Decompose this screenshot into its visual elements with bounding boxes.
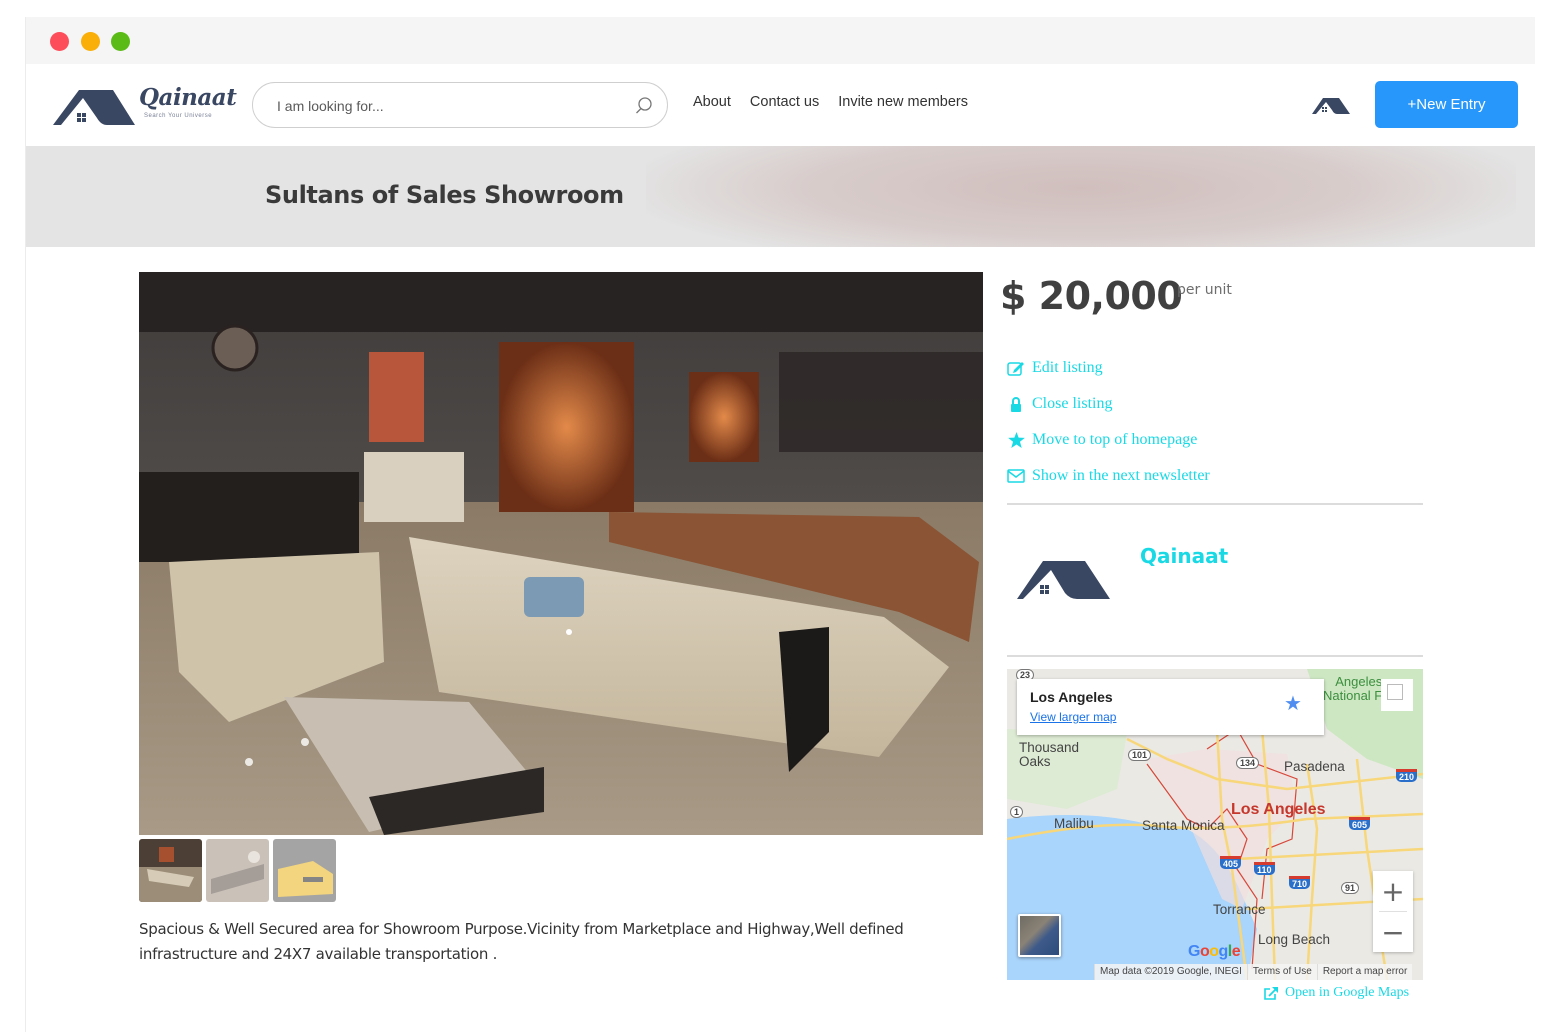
zoom-out-button[interactable]: − [1373, 912, 1413, 952]
map-label-long-beach: Long Beach [1258, 932, 1331, 947]
title-bar [26, 17, 1535, 64]
logo-wordmark: Qainaat [139, 84, 237, 111]
interstate-shield: 210 [1396, 769, 1418, 782]
save-star-icon[interactable]: ★ [1284, 691, 1302, 716]
newsletter-label: Show in the next newsletter [1032, 467, 1210, 484]
search-bar [252, 82, 668, 128]
move-to-top-link[interactable]: Move to top of homepage [1007, 422, 1210, 458]
thumbnail-image [139, 839, 202, 902]
open-in-google-maps-label: Open in Google Maps [1285, 985, 1410, 1000]
navbar: Qainaat Search Your Universe About Conta… [26, 64, 1535, 146]
map-label-los-angeles: Los Angeles [1231, 801, 1326, 818]
thumbnail-image [206, 839, 269, 902]
map-label-pasadena: Pasadena [1284, 759, 1345, 774]
route-shield: 134 [1236, 757, 1260, 769]
page-title: Sultans of Sales Showroom [265, 181, 624, 209]
google-logo: Google [1188, 943, 1241, 960]
owner-name-link[interactable]: Qainaat [1140, 544, 1228, 568]
embedded-map[interactable]: Thousand Oaks Malibu Santa Monica Los An… [1007, 669, 1423, 980]
interstate-shield: 405 [1220, 856, 1242, 869]
thumbnail-yellow-car[interactable] [273, 839, 336, 902]
terms-of-use-link[interactable]: Terms of Use [1246, 964, 1317, 980]
nav-contact-us[interactable]: Contact us [750, 94, 819, 110]
move-to-top-label: Move to top of homepage [1032, 431, 1198, 448]
lock-icon [1007, 395, 1025, 413]
star-icon [1007, 431, 1025, 449]
showroom-photo [139, 272, 983, 835]
banner-background-tree [646, 146, 1516, 247]
route-shield: 91 [1341, 882, 1360, 894]
divider [1007, 655, 1423, 657]
close-listing-link[interactable]: Close listing [1007, 386, 1210, 422]
listing-price: $ 20,000 [1000, 274, 1183, 318]
map-place-title: Los Angeles [1030, 689, 1113, 705]
envelope-icon [1007, 467, 1025, 485]
divider [1007, 503, 1423, 505]
thumbnail-showroom-sofa[interactable] [139, 839, 202, 902]
page-banner: Sultans of Sales Showroom [26, 146, 1535, 247]
minimize-window-button[interactable] [81, 32, 100, 51]
fullscreen-icon [1387, 684, 1403, 700]
report-map-error-link[interactable]: Report a map error [1316, 964, 1413, 980]
thumbnail-image [273, 839, 336, 902]
map-label-thousand-oaks: Thousand Oaks [1019, 740, 1080, 769]
user-avatar-house-icon[interactable] [1311, 95, 1351, 115]
nav-about[interactable]: About [693, 94, 731, 110]
price-unit: per unit [1177, 282, 1232, 298]
listing-actions: Edit listing Close listing Move to top o… [1007, 350, 1210, 494]
interstate-shield: 110 [1254, 862, 1275, 875]
map-attribution: Map data ©2019 Google, INEGI Terms of Us… [1094, 964, 1413, 980]
newsletter-link[interactable]: Show in the next newsletter [1007, 458, 1210, 494]
map-label-torrance: Torrance [1213, 902, 1266, 917]
main-nav: About Contact us Invite new members [693, 94, 968, 110]
map-fullscreen-button[interactable] [1381, 679, 1413, 711]
edit-listing-link[interactable]: Edit listing [1007, 350, 1210, 386]
view-larger-map-link[interactable]: View larger map [1030, 710, 1116, 724]
map-place-card: Los Angeles View larger map ★ [1017, 679, 1324, 735]
map-zoom-controls: + − [1373, 871, 1413, 952]
search-input[interactable] [277, 95, 617, 117]
nav-invite-members[interactable]: Invite new members [838, 94, 968, 110]
external-link-icon [1264, 986, 1278, 1000]
map-label-santa-monica: Santa Monica [1142, 818, 1225, 833]
new-entry-button[interactable]: +New Entry [1375, 81, 1518, 128]
thumbnail-interior-decor[interactable] [206, 839, 269, 902]
photo-thumbnails [139, 839, 336, 902]
listing-description: Spacious & Well Secured area for Showroo… [139, 920, 904, 963]
owner-logo-icon[interactable] [1015, 558, 1111, 600]
maximize-window-button[interactable] [111, 32, 130, 51]
close-listing-label: Close listing [1032, 395, 1113, 412]
route-shield: 1 [1010, 806, 1024, 818]
interstate-shield: 605 [1349, 817, 1371, 830]
site-logo[interactable]: Qainaat Search Your Universe [51, 84, 237, 126]
zoom-in-button[interactable]: + [1373, 871, 1413, 911]
route-shield: 101 [1128, 749, 1152, 761]
satellite-view-toggle[interactable] [1018, 914, 1061, 957]
house-logo-icon [53, 90, 135, 125]
map-label-malibu: Malibu [1054, 816, 1094, 831]
search-icon[interactable] [634, 96, 654, 116]
logo-tagline: Search Your Universe [144, 113, 213, 119]
edit-listing-label: Edit listing [1032, 359, 1103, 376]
listing-main-photo[interactable] [139, 272, 983, 835]
edit-icon [1007, 359, 1025, 377]
interstate-shield: 710 [1289, 876, 1311, 889]
close-window-button[interactable] [50, 32, 69, 51]
map-label-angeles-nf: Angeles National F [1323, 674, 1383, 703]
browser-window: Qainaat Search Your Universe About Conta… [25, 17, 1535, 1032]
map-data-attribution: Map data ©2019 Google, INEGI [1094, 964, 1247, 980]
open-in-google-maps-link[interactable]: Open in Google Maps [1263, 985, 1409, 1001]
